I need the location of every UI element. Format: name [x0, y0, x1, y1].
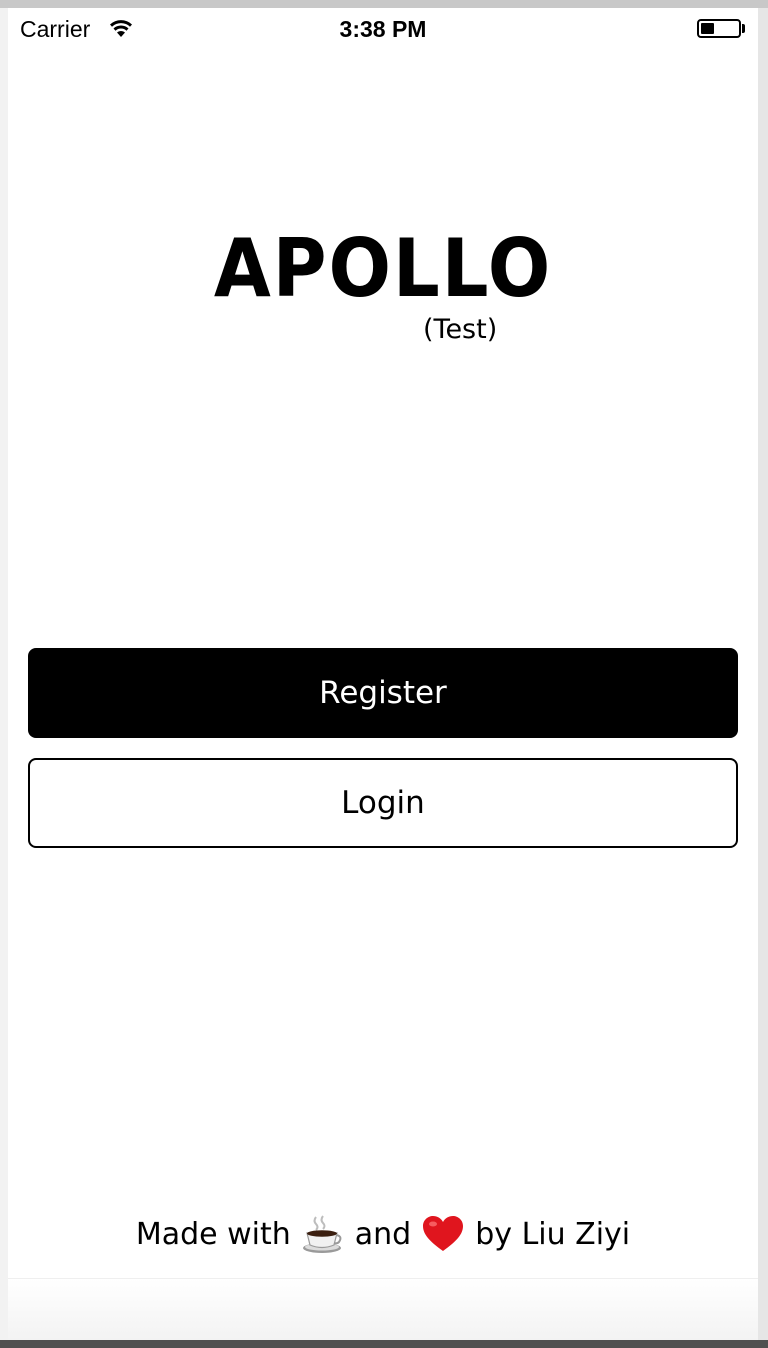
app-title: APOLLO [213, 222, 553, 315]
battery-cap [742, 24, 745, 33]
home-indicator-area [8, 1278, 758, 1340]
credit-author: by Liu Ziyi [475, 1216, 631, 1252]
app-screen: Carrier 3:38 PM APOLLO (Test) Register L… [8, 8, 758, 1340]
coffee-icon [301, 1214, 345, 1254]
battery-level [701, 23, 714, 34]
app-subtitle: (Test) [423, 314, 498, 345]
heart-icon [421, 1214, 465, 1254]
footer-credit: Made with and by Liu Ziyi [8, 1214, 758, 1254]
credit-made-with: Made with [135, 1216, 291, 1252]
window-bottom-edge [0, 1340, 768, 1348]
window-top-edge [0, 0, 768, 8]
login-button[interactable]: Login [28, 758, 738, 848]
battery-icon [697, 19, 741, 38]
credit-and: and [354, 1216, 412, 1252]
status-bar: Carrier 3:38 PM [8, 8, 758, 48]
window-right-edge [758, 8, 768, 1348]
status-time: 3:38 PM [339, 16, 427, 42]
register-button[interactable]: Register [28, 648, 738, 738]
